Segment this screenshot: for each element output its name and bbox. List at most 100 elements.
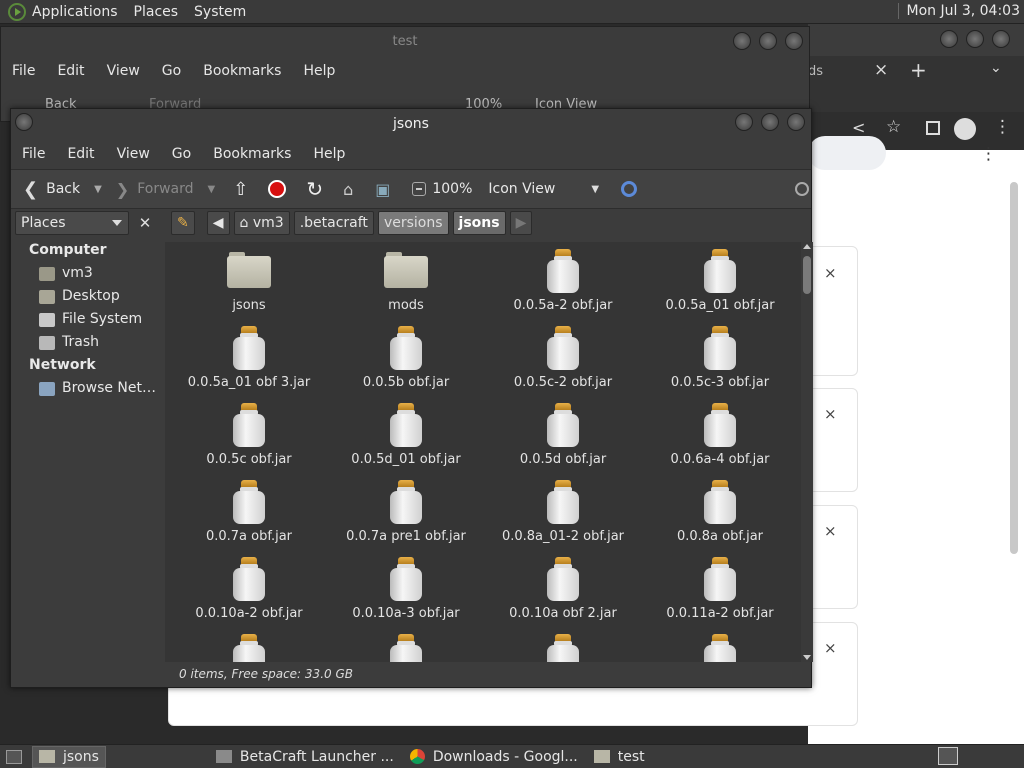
chrome-scrollbar[interactable] (1010, 182, 1018, 554)
remove-download-icon[interactable]: × (824, 639, 837, 657)
places-dropdown[interactable]: Places (15, 211, 129, 235)
system-menu[interactable]: System (194, 4, 246, 20)
remove-download-icon[interactable]: × (824, 522, 837, 540)
window-title[interactable]: jsons (11, 109, 811, 139)
task-chrome[interactable]: Downloads - Googl... (404, 746, 584, 768)
close-icon[interactable] (992, 30, 1010, 48)
file-item[interactable]: 0.0.5a-2 obf.jar (485, 244, 641, 321)
bookmark-star-icon[interactable]: ☆ (886, 117, 901, 137)
file-item[interactable]: 0.0.5a_01 obf.jar (642, 244, 798, 321)
menu-help[interactable]: Help (303, 63, 335, 79)
menu-bookmarks[interactable]: Bookmarks (213, 146, 291, 162)
file-item[interactable]: 0.0.10a-2 obf.jar (171, 552, 327, 629)
maximize-icon[interactable] (759, 32, 777, 50)
file-item[interactable]: 0.0.11a-2 obf.jar (642, 552, 798, 629)
tab-title[interactable]: ds (808, 64, 823, 79)
minimize-icon[interactable] (735, 113, 753, 131)
forward-button[interactable]: ❯ Forward ▼ (116, 180, 215, 199)
maximize-icon[interactable] (966, 30, 984, 48)
file-item[interactable]: 0.0.5d_01 obf.jar (328, 398, 484, 475)
page-menu-icon[interactable]: ⋮ (980, 144, 997, 164)
close-tab-icon[interactable]: × (874, 60, 888, 80)
folder-item[interactable]: jsons (171, 244, 327, 321)
file-item[interactable]: 0.0.5c-3 obf.jar (642, 321, 798, 398)
window-title[interactable]: test (1, 27, 809, 57)
chrome-menu-icon[interactable]: ⋮ (994, 117, 1011, 137)
window-menu-icon[interactable] (15, 113, 33, 131)
menu-view[interactable]: View (107, 63, 140, 79)
file-item[interactable]: 0.0.8a obf.jar (642, 475, 798, 552)
minimize-icon[interactable] (940, 30, 958, 48)
workspace-switcher[interactable] (938, 747, 958, 765)
chevron-down-icon[interactable]: ▼ (208, 184, 216, 195)
minimize-icon[interactable] (733, 32, 751, 50)
breadcrumb-vm3[interactable]: ⌂ vm3 (233, 211, 290, 235)
breadcrumb-jsons[interactable]: jsons (452, 211, 506, 235)
file-item[interactable]: 0.0.5c-2 obf.jar (485, 321, 641, 398)
scroll-up-icon[interactable] (803, 244, 811, 249)
task-jsons[interactable]: jsons (32, 745, 106, 768)
reload-button[interactable]: ↻ (306, 177, 323, 201)
menu-view[interactable]: View (117, 146, 150, 162)
file-item[interactable]: 0.0.5d obf.jar (485, 398, 641, 475)
sidebar-item-browse-network[interactable]: Browse Net… (39, 377, 161, 400)
menu-edit[interactable]: Edit (67, 146, 94, 162)
file-item[interactable]: 0.0.8a_01-2 obf.jar (485, 475, 641, 552)
computer-button[interactable]: ▣ (375, 180, 390, 199)
gnome-foot-icon[interactable] (8, 2, 26, 21)
zoom-control[interactable]: 100% (412, 181, 472, 197)
breadcrumb-next-icon[interactable]: ▶ (509, 211, 533, 235)
menu-bookmarks[interactable]: Bookmarks (203, 63, 281, 79)
menu-go[interactable]: Go (172, 146, 191, 162)
close-icon[interactable] (787, 113, 805, 131)
file-item[interactable] (485, 629, 641, 662)
places-menu[interactable]: Places (134, 4, 179, 20)
home-button[interactable]: ⌂ (343, 180, 353, 199)
menu-go[interactable]: Go (162, 63, 181, 79)
scroll-down-icon[interactable] (803, 655, 811, 660)
file-item[interactable]: 0.0.5c obf.jar (171, 398, 327, 475)
breadcrumb-prev-icon[interactable]: ◀ (206, 211, 230, 235)
scrollbar-thumb[interactable] (803, 256, 811, 294)
show-desktop-icon[interactable] (6, 749, 22, 764)
remove-download-icon[interactable]: × (824, 264, 837, 282)
breadcrumb-versions[interactable]: versions (377, 211, 449, 235)
search-pill[interactable] (808, 136, 886, 170)
folder-item[interactable]: mods (328, 244, 484, 321)
edit-location-icon[interactable]: ✎ (171, 211, 195, 235)
file-item[interactable]: 0.0.7a pre1 obf.jar (328, 475, 484, 552)
file-item[interactable]: 0.0.5b obf.jar (328, 321, 484, 398)
remove-download-icon[interactable]: × (824, 405, 837, 423)
file-item[interactable]: 0.0.10a-3 obf.jar (328, 552, 484, 629)
file-item[interactable] (642, 629, 798, 662)
sidebar-item-vm3[interactable]: vm3 (39, 262, 161, 285)
share-icon[interactable]: < (852, 118, 865, 137)
task-test[interactable]: test (588, 746, 651, 768)
sidebar-item-desktop[interactable]: Desktop (39, 285, 161, 308)
clock[interactable]: Mon Jul 3, 04:03 (897, 3, 1020, 19)
maximize-icon[interactable] (761, 113, 779, 131)
back-button[interactable]: ❮ Back ▼ (23, 179, 102, 200)
file-item[interactable]: 0.0.5a_01 obf 3.jar (171, 321, 327, 398)
zoom-level[interactable]: 100% (432, 181, 472, 197)
menu-file[interactable]: File (12, 63, 35, 79)
new-tab-icon[interactable]: + (910, 58, 927, 82)
file-item[interactable]: 0.0.6a-4 obf.jar (642, 398, 798, 475)
close-icon[interactable] (785, 32, 803, 50)
profile-avatar-icon[interactable] (954, 118, 976, 140)
file-icon-view[interactable]: jsons mods 0.0.5a-2 obf.jar 0.0.5a_01 obf.j… (165, 242, 813, 662)
close-sidebar-icon[interactable]: ✕ (133, 211, 157, 235)
menu-file[interactable]: File (22, 146, 45, 162)
zoom-out-icon[interactable] (412, 182, 427, 196)
sidebar-item-file-system[interactable]: File System (39, 308, 161, 331)
stop-button[interactable] (268, 180, 287, 198)
tab-search-icon[interactable]: ⌄ (990, 60, 1002, 76)
view-selector[interactable]: Icon View ▼ (488, 181, 599, 197)
vertical-scrollbar[interactable] (801, 242, 813, 662)
task-betacraft[interactable]: BetaCraft Launcher ... (210, 746, 400, 768)
sidebar-item-trash[interactable]: Trash (39, 331, 161, 354)
file-item[interactable]: 0.0.10a obf 2.jar (485, 552, 641, 629)
file-item[interactable] (328, 629, 484, 662)
up-button[interactable]: ⇧ (233, 179, 248, 200)
menu-edit[interactable]: Edit (57, 63, 84, 79)
